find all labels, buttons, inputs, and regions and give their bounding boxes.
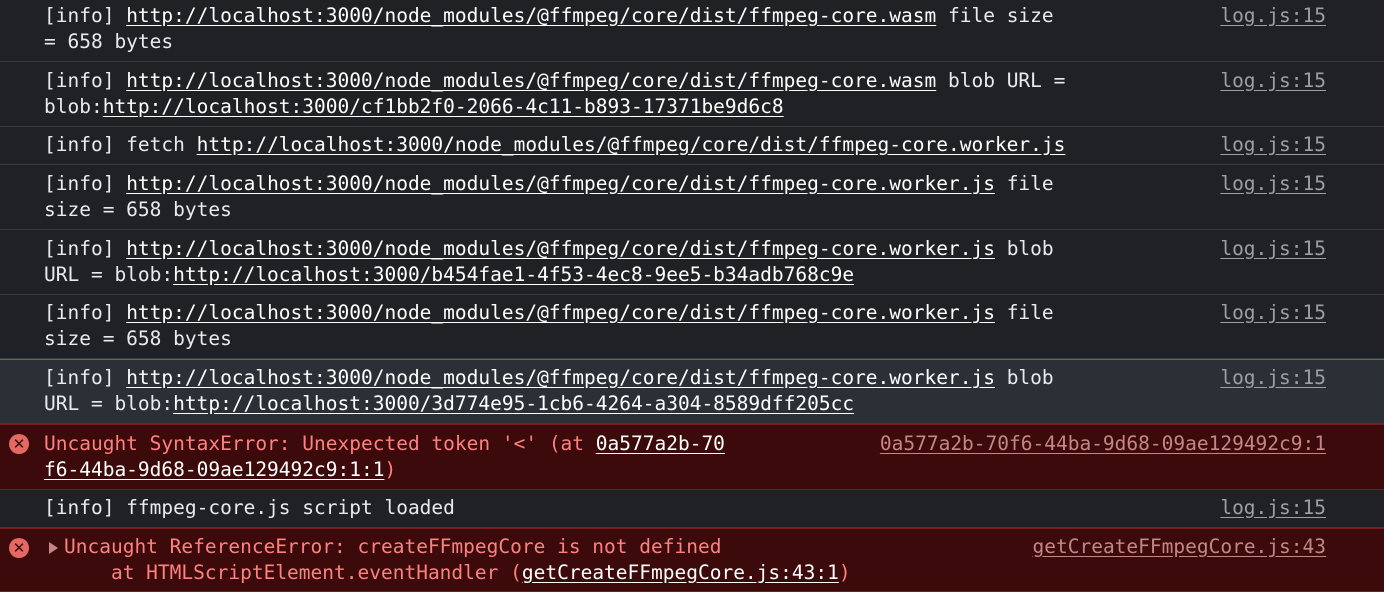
console-message-selected[interactable]: [info] http://localhost:3000/node_module…	[0, 359, 1384, 424]
source-link[interactable]: getCreateFFmpegCore.js:43	[1033, 534, 1327, 560]
message-text: size = 658 bytes	[44, 198, 232, 221]
console-message: [info] http://localhost:3000/node_module…	[0, 0, 1384, 62]
message-line: [info] http://localhost:3000/node_module…	[44, 365, 1054, 391]
message-line: [info] http://localhost:3000/node_module…	[44, 3, 1054, 29]
console-message: [info] http://localhost:3000/node_module…	[0, 165, 1384, 230]
message-url-link[interactable]: http://localhost:3000/node_modules/@ffmp…	[126, 4, 936, 27]
message-text: URL = blob:	[44, 392, 174, 415]
message-text: = 658 bytes	[44, 30, 174, 53]
message-line: URL = blob:http://localhost:3000/3d774e9…	[44, 391, 854, 417]
source-link[interactable]: 0a577a2b-70f6-44ba-9d68-09ae129492c9:1	[880, 431, 1326, 457]
message-line: [info] http://localhost:3000/node_module…	[44, 68, 1065, 94]
error-location-link[interactable]: f6-44ba-9d68-09ae129492c9:1:1	[44, 458, 384, 481]
message-text: [info]	[44, 172, 127, 195]
message-line: [info] ffmpeg-core.js script loaded	[44, 495, 455, 521]
source-link[interactable]: log.js:15	[1220, 171, 1326, 197]
message-text: URL = blob:	[44, 263, 174, 286]
console-message: [info] fetch http://localhost:3000/node_…	[0, 127, 1384, 165]
message-text: [info]	[44, 237, 127, 260]
message-url-link[interactable]: http://localhost:3000/node_modules/@ffmp…	[126, 366, 995, 389]
message-text: blob	[994, 366, 1054, 389]
message-text: blob:	[44, 95, 103, 118]
message-line: [info] http://localhost:3000/node_module…	[44, 300, 1054, 326]
message-text: file size	[936, 4, 1054, 27]
message-line: URL = blob:http://localhost:3000/b454fae…	[44, 262, 854, 288]
error-icon: ✕	[9, 434, 29, 454]
source-link[interactable]: log.js:15	[1220, 3, 1326, 29]
message-text: [info]	[44, 301, 127, 324]
blob-url-link[interactable]: http://localhost:3000/cf1bb2f0-2066-4c11…	[103, 95, 784, 118]
error-line: Uncaught ReferenceError: createFFmpegCor…	[64, 534, 721, 560]
source-link[interactable]: log.js:15	[1220, 236, 1326, 262]
message-url-link[interactable]: http://localhost:3000/node_modules/@ffmp…	[126, 172, 995, 195]
message-text: file	[994, 172, 1054, 195]
error-text: Uncaught ReferenceError: createFFmpegCor…	[64, 535, 722, 558]
console-error-message: ✕ Uncaught SyntaxError: Unexpected token…	[0, 424, 1384, 490]
message-url-link[interactable]: http://localhost:3000/node_modules/@ffmp…	[126, 301, 995, 324]
message-line: [info] http://localhost:3000/node_module…	[44, 236, 1054, 262]
error-stack-line: at HTMLScriptElement.eventHandler (getCr…	[64, 560, 851, 586]
error-text: )	[384, 458, 397, 481]
error-location-link[interactable]: 0a577a2b-70	[596, 432, 725, 455]
expand-triangle-icon[interactable]	[49, 542, 58, 554]
message-line: [info] fetch http://localhost:3000/node_…	[44, 132, 1065, 158]
message-line: [info] http://localhost:3000/node_module…	[44, 171, 1054, 197]
message-text: blob	[994, 237, 1054, 260]
message-text: [info]	[44, 4, 127, 27]
error-icon: ✕	[9, 538, 29, 558]
error-text: at HTMLScriptElement.eventHandler (	[64, 561, 522, 584]
source-link[interactable]: log.js:15	[1220, 300, 1326, 326]
message-text: [info]	[44, 69, 127, 92]
error-line: Uncaught SyntaxError: Unexpected token '…	[44, 431, 725, 457]
message-line: size = 658 bytes	[44, 197, 232, 223]
console-panel: [info] http://localhost:3000/node_module…	[0, 0, 1384, 592]
message-text: size = 658 bytes	[44, 327, 232, 350]
message-text: [info] fetch	[44, 133, 197, 156]
console-message: [info] http://localhost:3000/node_module…	[0, 295, 1384, 359]
message-line: blob:http://localhost:3000/cf1bb2f0-2066…	[44, 94, 784, 120]
message-line: size = 658 bytes	[44, 326, 232, 352]
error-line: f6-44ba-9d68-09ae129492c9:1:1)	[44, 457, 396, 483]
message-text: [info]	[44, 366, 127, 389]
message-url-link[interactable]: http://localhost:3000/node_modules/@ffmp…	[126, 237, 995, 260]
error-text: Uncaught SyntaxError: Unexpected token '…	[44, 432, 596, 455]
message-text: [info] ffmpeg-core.js script loaded	[44, 496, 455, 519]
blob-url-link[interactable]: http://localhost:3000/3d774e95-1cb6-4264…	[173, 392, 854, 415]
stack-location-link[interactable]: getCreateFFmpegCore.js:43:1	[522, 561, 839, 584]
message-url-link[interactable]: http://localhost:3000/node_modules/@ffmp…	[197, 133, 1066, 156]
console-error-message: ✕ Uncaught ReferenceError: createFFmpegC…	[0, 528, 1384, 592]
message-text: file	[994, 301, 1054, 324]
source-link[interactable]: log.js:15	[1220, 68, 1326, 94]
source-link[interactable]: log.js:15	[1220, 365, 1326, 391]
source-link[interactable]: log.js:15	[1220, 495, 1326, 521]
error-text: )	[838, 561, 851, 584]
message-line: = 658 bytes	[44, 29, 173, 55]
message-url-link[interactable]: http://localhost:3000/node_modules/@ffmp…	[126, 69, 936, 92]
console-message: [info] http://localhost:3000/node_module…	[0, 62, 1384, 127]
console-message: [info] ffmpeg-core.js script loaded log.…	[0, 490, 1384, 528]
console-message: [info] http://localhost:3000/node_module…	[0, 230, 1384, 295]
blob-url-link[interactable]: http://localhost:3000/b454fae1-4f53-4ec8…	[173, 263, 854, 286]
source-link[interactable]: log.js:15	[1220, 132, 1326, 158]
message-text: blob URL =	[936, 69, 1066, 92]
